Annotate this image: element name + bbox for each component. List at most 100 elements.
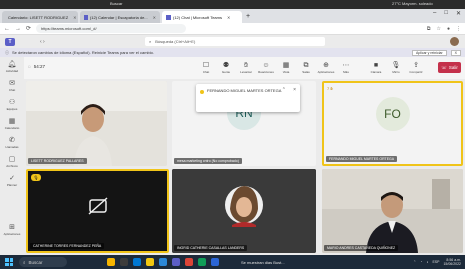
screen: Buscar 27°C Mayorm. soleado Calendario: …	[0, 0, 465, 269]
browser-tab[interactable]: (12) Calendar | Escapatoria de... ✕	[80, 11, 160, 23]
tool-label: Más	[343, 70, 349, 74]
pin-icon[interactable]: ⌃	[282, 87, 286, 93]
share-indicator[interactable]: Se muestran dias Bust...	[241, 260, 285, 265]
meeting-toolbar: ◌ 54:27 ☐ Chat ⚉ Gente ✋︎ Levantar ☺ Reaccio…	[24, 57, 465, 79]
teams-app-icon[interactable]	[172, 258, 180, 266]
apply-restart-button[interactable]: Aplicar y reiniciar	[412, 49, 447, 56]
rail-item-chat[interactable]: ✉︎ Chat	[0, 76, 24, 95]
rail-item-calendar[interactable]: ▦ Calendario	[0, 114, 24, 133]
new-tab-button[interactable]: +	[246, 11, 250, 23]
weather-status: 27°C Mayorm. soleado	[392, 1, 433, 6]
app-icon[interactable]	[198, 258, 206, 266]
close-icon[interactable]: ✕	[73, 15, 76, 20]
search-input[interactable]: ⌕ Búsqueda (Ctrl+Alt+E)	[145, 37, 325, 46]
participant-tile[interactable]: MARIO ANDRES CASTAÑEDA QUIÑONEZ	[322, 169, 463, 253]
edge-icon[interactable]	[133, 258, 141, 266]
tab-title: (12) Calendar | Escapatoria de...	[89, 14, 148, 20]
rail-item-files[interactable]: ▢ Archivos	[0, 152, 24, 171]
rail-item-planner[interactable]: ✓ Planner	[0, 171, 24, 190]
wifi-icon[interactable]: ◔	[420, 260, 422, 264]
reactions-button[interactable]: ☺ Reacciones	[256, 59, 276, 77]
info-icon: ⓘ	[5, 49, 9, 55]
hand-icon	[200, 90, 204, 94]
rail-item-apps[interactable]: ⊞ Aplicaciones	[0, 220, 24, 239]
rail-item-teams[interactable]: ⚇ Equipos	[0, 95, 24, 114]
avatar[interactable]	[450, 37, 459, 46]
clock-date: 15/06/2022	[443, 262, 461, 266]
hand-raised-notification[interactable]: FERNANDO MIGUEL MARTES ORTEGA ⌃ ×	[196, 84, 300, 112]
participant-video	[172, 169, 316, 253]
tool-label: Levantar	[240, 70, 252, 74]
word-icon[interactable]	[211, 258, 219, 266]
file-explorer-icon[interactable]	[146, 258, 154, 266]
tab-title: (12) Chat | Microsoft Teams	[173, 14, 222, 20]
extensions-icon[interactable]: ⧉	[427, 26, 431, 32]
mic-button[interactable]: 🎙︎ Micro	[386, 59, 406, 77]
leave-button[interactable]: ☏ Salir	[438, 62, 461, 73]
search-icon: ⌕	[23, 259, 26, 265]
rail-item-activity[interactable]: 🔔︎ Actividad	[0, 57, 24, 76]
chevron-up-icon[interactable]: ⌃	[413, 260, 416, 264]
forward-icon[interactable]: →	[15, 26, 21, 32]
taskbar-search[interactable]: ⌕ Buscar	[19, 257, 67, 267]
calendar-icon: ▦	[8, 117, 16, 125]
participant-tile[interactable]: INGRID CATHERIE CASALLAS LANDERS	[172, 169, 316, 253]
back-icon[interactable]: ←	[4, 26, 10, 32]
share-button[interactable]: ⇪ Compartir	[406, 59, 426, 77]
phone-hangup-icon: ☏	[441, 64, 447, 70]
mic-badge-icon: 🎙︎	[31, 174, 41, 181]
rail-item-calls[interactable]: ✆ Llamadas	[0, 133, 24, 152]
reload-icon[interactable]: ⟳	[26, 25, 31, 32]
system-tray: ⌃ ◔ ◖ ESP 8:56 a.m. 15/06/2022	[413, 258, 465, 266]
mic-icon: 🎙︎	[391, 62, 401, 69]
tool-label: Compartir	[409, 70, 423, 74]
store-icon[interactable]	[159, 258, 167, 266]
people-button[interactable]: ⚉ Gente	[216, 59, 236, 77]
weather-app-icon[interactable]	[107, 258, 115, 266]
teams-icon	[166, 14, 171, 20]
banner-close-button[interactable]: X	[450, 49, 461, 56]
rooms-button[interactable]: ⧉ Salas	[296, 59, 316, 77]
chat-button[interactable]: ☐ Chat	[196, 59, 216, 77]
participant-tile[interactable]: LISETT RODRIGUEZ PALLARES	[26, 81, 167, 166]
tool-label: Micro	[392, 70, 400, 74]
file-icon: ▢	[8, 155, 16, 163]
minimize-icon[interactable]: –	[433, 10, 436, 17]
close-icon[interactable]: ✕	[153, 15, 156, 20]
camera-button[interactable]: ■ Cámara	[366, 59, 386, 77]
language-indicator[interactable]: ESP	[432, 260, 439, 264]
more-button[interactable]: ⋯ Más	[336, 59, 356, 77]
close-window-icon[interactable]: ✕	[456, 10, 461, 17]
star-icon[interactable]: ☆	[436, 26, 440, 32]
taskbar-apps	[107, 258, 219, 266]
tool-label: Gente	[221, 70, 231, 74]
url-field[interactable]: https://teams.microsoft.com/_#/	[36, 24, 187, 33]
meeting-tools: ☐ Chat ⚉ Gente ✋︎ Levantar ☺ Reacciones ▦ Vis…	[196, 59, 426, 77]
maximize-icon[interactable]: □	[444, 10, 448, 17]
menu-icon[interactable]: ⋮	[456, 26, 461, 32]
rail-label: Planner	[6, 182, 18, 187]
clock[interactable]: 8:56 a.m. 15/06/2022	[443, 258, 461, 266]
tool-label: Cámara	[370, 70, 382, 74]
close-icon[interactable]: ×	[293, 87, 296, 93]
browser-tab[interactable]: Calendario: LISETT RODRIGUEZ ✕	[2, 11, 78, 23]
task-view-icon[interactable]	[120, 258, 128, 266]
profile-icon[interactable]: ●	[447, 26, 450, 32]
browser-tab-active[interactable]: (12) Chat | Microsoft Teams ✕	[162, 11, 242, 23]
volume-icon[interactable]: ◖	[426, 260, 428, 264]
os-top-bar: Buscar 27°C Mayorm. soleado	[0, 0, 465, 9]
phone-icon: ✆	[9, 136, 15, 144]
nav-arrows-icon[interactable]: ‹ ›	[40, 39, 45, 45]
participant-tile-speaking[interactable]: 🎙︎ CATHERINE TORRES FERNANDEZ PEÑA	[26, 169, 169, 253]
banner-text: Se detectaron cambios de idioma (Español…	[12, 50, 154, 55]
participant-video	[26, 81, 167, 166]
chrome-icon[interactable]	[185, 258, 193, 266]
windows-start-icon[interactable]	[5, 258, 13, 266]
close-icon[interactable]: ✕	[227, 15, 230, 20]
view-button[interactable]: ▦ Vista	[276, 59, 296, 77]
rail-label: Actividad	[5, 68, 19, 73]
raise-hand-button[interactable]: ✋︎ Levantar	[236, 59, 256, 77]
participant-tile-speaking[interactable]: 7 ✋︎ FO FERNANDO MIGUEL MARTES ORTEGA	[322, 81, 463, 166]
apps-button[interactable]: ⊕ Aplicaciones	[316, 59, 336, 77]
teams-logo: T	[5, 37, 15, 46]
